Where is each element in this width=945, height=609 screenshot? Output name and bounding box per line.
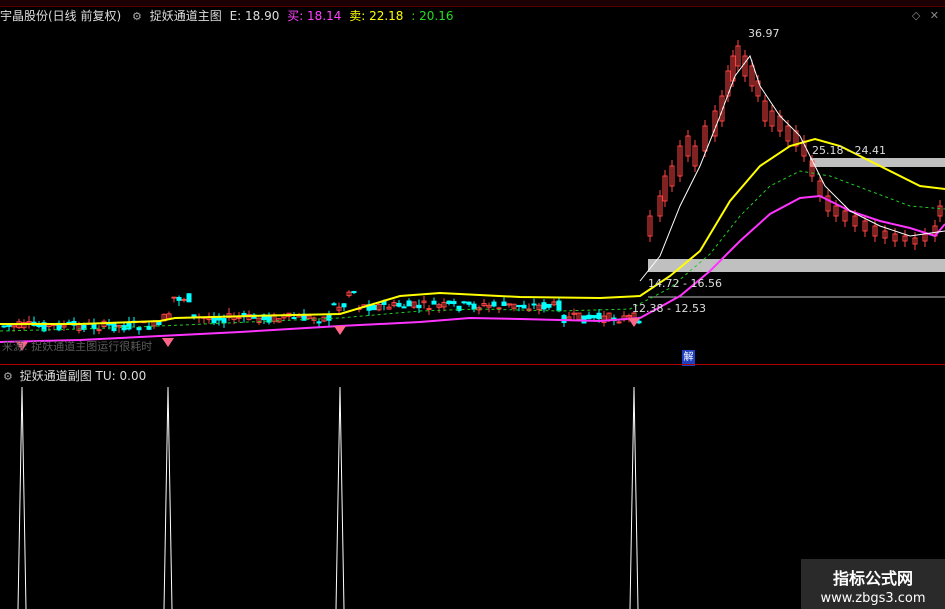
top-toolbar: [0, 0, 945, 7]
candle-body: [181, 298, 187, 301]
candle-body: [191, 314, 197, 317]
candle-body: [171, 296, 177, 299]
candle-body: [401, 306, 407, 309]
candle-body: [461, 301, 467, 304]
buy-value: 买: 18.14: [287, 9, 342, 23]
candle-body: [236, 316, 242, 319]
settings-icon[interactable]: ⚙: [132, 10, 142, 23]
candle-body: [516, 304, 522, 307]
low-band-annotation: 12.38 - 12.53: [632, 302, 706, 315]
watermark: 指标公式网 www.zbgs3.com: [801, 559, 945, 609]
tu-spike: [629, 386, 639, 609]
watermark-title: 指标公式网: [832, 569, 913, 588]
stock-name[interactable]: 宇晶股份(日线 前复权): [0, 9, 121, 23]
high-annotation: 36.97: [748, 27, 780, 40]
candle-body: [546, 303, 552, 308]
window-controls: ◇ ✕: [912, 9, 939, 22]
candle-body: [416, 304, 422, 309]
candle-body: [616, 321, 622, 324]
buy-signal-marker: [162, 338, 174, 347]
candle-body: [291, 317, 297, 320]
candle-body: [591, 315, 597, 319]
sub-settings-icon[interactable]: ⚙: [3, 370, 13, 383]
tu-spike: [335, 386, 345, 609]
candle-body: [446, 300, 452, 304]
candle-body: [586, 314, 592, 320]
sell-value: 卖: 22.18: [349, 9, 404, 23]
candle-body: [186, 293, 192, 303]
candle-body: [126, 321, 132, 330]
candle-body: [581, 315, 587, 324]
extra-value: : 20.16: [411, 9, 454, 23]
e-value: E: 18.90: [229, 9, 280, 23]
sub-indicator-name[interactable]: 捉妖通道副图: [20, 369, 92, 383]
candle-body: [351, 291, 357, 294]
candle-body: [426, 308, 432, 311]
mid-band-annotation: 14.72 - 16.56: [648, 277, 722, 290]
candle-body: [221, 317, 227, 324]
close-icon[interactable]: ✕: [930, 9, 939, 22]
candle-body: [316, 321, 322, 324]
candle-body: [6, 324, 12, 327]
watermark-url: www.zbgs3.com: [820, 591, 926, 606]
candle-body: [531, 303, 537, 306]
pane-divider[interactable]: [0, 364, 945, 365]
upper-band-annotation: 25.18 - 24.41: [812, 144, 886, 157]
mid-band: [648, 259, 945, 272]
candle-body: [501, 301, 507, 307]
white-ma-line: [639, 54, 945, 282]
indicator-note: 来源: 捉妖通道主图运行很耗时: [2, 340, 153, 353]
candle-body: [111, 323, 117, 332]
tu-spike: [17, 386, 27, 609]
candle-body: [136, 327, 142, 331]
candles-group: [1, 40, 943, 335]
candle-body: [211, 317, 217, 324]
candle-body: [96, 329, 102, 332]
candle-body: [496, 307, 502, 310]
candle-body: [556, 300, 562, 312]
candle-body: [521, 304, 527, 309]
candle-body: [396, 302, 402, 307]
tu-value: TU: 0.00: [95, 369, 147, 383]
candle-body: [541, 302, 547, 310]
candle-body: [371, 304, 377, 311]
main-indicator-name[interactable]: 捉妖通道主图: [150, 9, 222, 23]
candle-body: [176, 297, 182, 301]
candle-body: [216, 317, 222, 321]
yellow-channel-line: [0, 137, 945, 325]
candle-body: [1, 325, 7, 328]
diamond-icon[interactable]: ◇: [912, 9, 920, 22]
candle-body: [431, 300, 437, 305]
candle-body: [471, 303, 477, 310]
candle-body: [466, 301, 472, 305]
candle-body: [406, 300, 412, 307]
candle-body: [451, 301, 457, 305]
main-price-chart[interactable]: 36.97 25.18 - 24.41 14.72 - 16.56 12.38 …: [0, 26, 945, 364]
candle-body: [331, 303, 337, 306]
candle-body: [341, 303, 347, 308]
candle-body: [561, 314, 567, 323]
buy-signal-marker: [334, 326, 346, 335]
tu-spike: [163, 386, 173, 609]
main-chart-header: 宇晶股份(日线 前复权) ⚙ 捉妖通道主图 E: 18.90 买: 18.14 …: [0, 7, 458, 25]
candle-body: [491, 301, 497, 307]
candle-body: [36, 324, 42, 328]
candle-body: [596, 312, 602, 320]
tu-spikes: [17, 386, 639, 609]
sub-chart-header: ⚙ 捉妖通道副图 TU: 0.00: [0, 367, 146, 385]
